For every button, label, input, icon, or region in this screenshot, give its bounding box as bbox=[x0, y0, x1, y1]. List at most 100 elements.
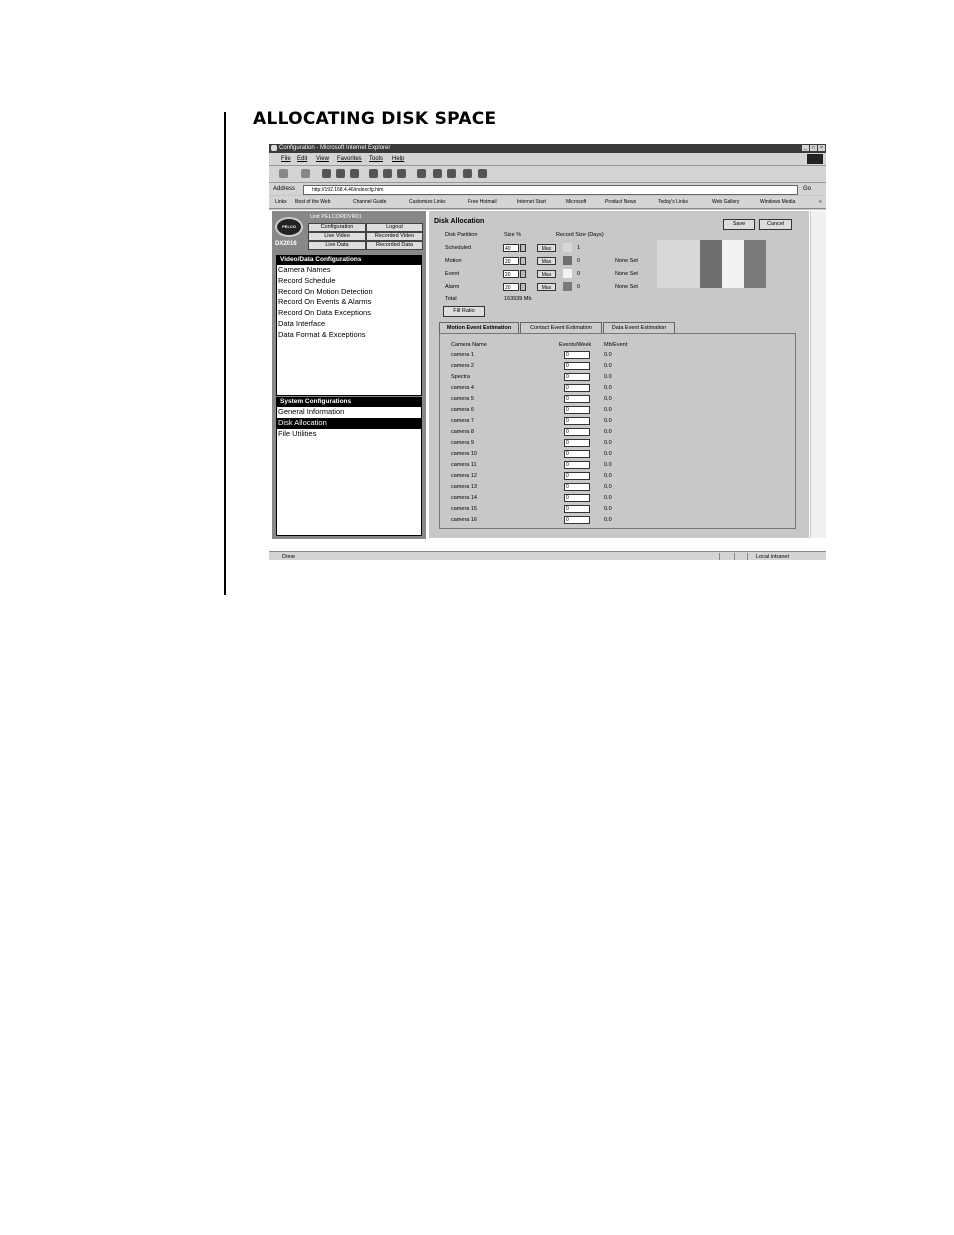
link-item[interactable]: Product News bbox=[605, 199, 636, 205]
forward-icon[interactable] bbox=[301, 169, 310, 178]
history-icon[interactable] bbox=[397, 169, 406, 178]
link-item[interactable]: Internet Start bbox=[517, 199, 546, 205]
list-item[interactable]: Record On Events & Alarms bbox=[277, 297, 421, 308]
cancel-button[interactable]: Cancel bbox=[759, 219, 792, 230]
save-button[interactable]: Save bbox=[723, 219, 755, 230]
events-input[interactable]: 0 bbox=[564, 428, 590, 436]
back-icon[interactable] bbox=[279, 169, 288, 178]
events-input[interactable]: 0 bbox=[564, 417, 590, 425]
size-input[interactable]: 20 bbox=[503, 283, 519, 291]
go-button[interactable]: Go bbox=[803, 186, 811, 192]
list-item[interactable]: Camera Names bbox=[277, 265, 421, 276]
menu-file[interactable]: File bbox=[281, 156, 291, 162]
spinner-icon[interactable] bbox=[520, 283, 526, 291]
size-input[interactable]: 40 bbox=[503, 244, 519, 252]
list-item[interactable]: File Utilities bbox=[277, 429, 421, 440]
page-content: PELCO Unit PELCORDVR01 DX2016 Configurat… bbox=[269, 210, 826, 551]
link-item[interactable]: Customize Links bbox=[409, 199, 446, 205]
list-item[interactable]: Record Schedule bbox=[277, 276, 421, 287]
maximize-icon[interactable]: □ bbox=[810, 145, 817, 151]
spinner-icon[interactable] bbox=[520, 270, 526, 278]
refresh-icon[interactable] bbox=[336, 169, 345, 178]
events-input[interactable]: 0 bbox=[564, 362, 590, 370]
stop-icon[interactable] bbox=[322, 169, 331, 178]
events-input[interactable]: 0 bbox=[564, 450, 590, 458]
list-item-selected[interactable]: Disk Allocation bbox=[277, 417, 421, 429]
max-button[interactable]: Max bbox=[537, 270, 556, 278]
mail-icon[interactable] bbox=[417, 169, 426, 178]
messenger-icon[interactable] bbox=[478, 169, 487, 178]
events-input[interactable]: 0 bbox=[564, 505, 590, 513]
events-input[interactable]: 0 bbox=[564, 483, 590, 491]
menu-edit[interactable]: Edit bbox=[297, 156, 307, 162]
search-icon[interactable] bbox=[369, 169, 378, 178]
camera-name: camera 11 bbox=[451, 462, 477, 468]
live-video-button[interactable]: Live Video bbox=[308, 232, 366, 241]
live-data-button[interactable]: Live Data bbox=[308, 241, 366, 250]
discuss-icon[interactable] bbox=[463, 169, 472, 178]
tab-contact-event[interactable]: Contact Event Estimation bbox=[520, 322, 602, 333]
table-row: camera 14 0 0.0 bbox=[440, 493, 795, 504]
col-camera-name: Camera Name bbox=[451, 342, 487, 348]
fill-ratio-button[interactable]: Fill Ratio bbox=[443, 306, 485, 317]
spinner-icon[interactable] bbox=[520, 244, 526, 252]
list-item[interactable]: General Information bbox=[277, 407, 421, 418]
size-input[interactable]: 20 bbox=[503, 257, 519, 265]
edit-icon[interactable] bbox=[447, 169, 456, 178]
minimize-icon[interactable]: _ bbox=[802, 145, 809, 151]
ratio-bar-motion bbox=[700, 240, 722, 288]
print-icon[interactable] bbox=[433, 169, 442, 178]
link-item[interactable]: Channel Guide bbox=[353, 199, 386, 205]
events-input[interactable]: 0 bbox=[564, 406, 590, 414]
events-input[interactable]: 0 bbox=[564, 461, 590, 469]
record-days: 0 bbox=[577, 271, 581, 277]
events-input[interactable]: 0 bbox=[564, 384, 590, 392]
link-item[interactable]: Free Hotmail bbox=[468, 199, 497, 205]
menu-help[interactable]: Help bbox=[392, 156, 404, 162]
list-item[interactable]: Record On Motion Detection bbox=[277, 287, 421, 298]
events-input[interactable]: 0 bbox=[564, 472, 590, 480]
events-input[interactable]: 0 bbox=[564, 494, 590, 502]
max-button[interactable]: Max bbox=[537, 257, 556, 265]
logout-button[interactable]: Logout bbox=[366, 223, 423, 232]
menu-tools[interactable]: Tools bbox=[369, 156, 383, 162]
menu-favorites[interactable]: Favorites bbox=[337, 156, 362, 162]
section-heading: ALLOCATING DISK SPACE bbox=[253, 109, 497, 129]
recorded-data-button[interactable]: Recorded Data bbox=[366, 241, 423, 250]
tab-data-event[interactable]: Data Event Estimation bbox=[603, 322, 675, 333]
events-input[interactable]: 0 bbox=[564, 516, 590, 524]
list-item[interactable]: Record On Data Exceptions bbox=[277, 308, 421, 319]
link-item[interactable]: Microsoft bbox=[566, 199, 586, 205]
spinner-icon[interactable] bbox=[520, 257, 526, 265]
menu-view[interactable]: View bbox=[316, 156, 329, 162]
mb-value: 0.0 bbox=[604, 396, 612, 402]
list-item[interactable]: Data Interface bbox=[277, 319, 421, 330]
system-header: System Configurations bbox=[276, 397, 422, 406]
close-icon[interactable]: × bbox=[818, 145, 825, 151]
recorded-video-button[interactable]: Recorded Video bbox=[366, 232, 423, 241]
max-button[interactable]: Max bbox=[537, 244, 556, 252]
max-button[interactable]: Max bbox=[537, 283, 556, 291]
link-item[interactable]: Best of the Web bbox=[295, 199, 330, 205]
address-input[interactable]: http://192.168.4.46/indexcfg.htm bbox=[303, 185, 798, 195]
chevron-right-icon[interactable]: » bbox=[819, 199, 822, 205]
col-events-week: Events/Week bbox=[559, 342, 592, 348]
link-item[interactable]: Windows Media bbox=[760, 199, 795, 205]
camera-name: camera 2 bbox=[451, 363, 474, 369]
partition-name: Motion bbox=[445, 258, 462, 264]
home-icon[interactable] bbox=[350, 169, 359, 178]
events-input[interactable]: 0 bbox=[564, 373, 590, 381]
link-item[interactable]: Today's Links bbox=[658, 199, 688, 205]
events-input[interactable]: 0 bbox=[564, 395, 590, 403]
list-item[interactable]: Data Format & Exceptions bbox=[277, 330, 421, 341]
tab-motion-event[interactable]: Motion Event Estimation bbox=[439, 322, 519, 333]
pelco-logo: PELCO bbox=[275, 217, 303, 237]
vertical-scrollbar[interactable] bbox=[810, 211, 826, 538]
status-divider bbox=[734, 553, 735, 560]
configuration-button[interactable]: Configuration bbox=[308, 223, 366, 232]
favorites-icon[interactable] bbox=[383, 169, 392, 178]
link-item[interactable]: Web Gallery bbox=[712, 199, 739, 205]
events-input[interactable]: 0 bbox=[564, 439, 590, 447]
size-input[interactable]: 20 bbox=[503, 270, 519, 278]
events-input[interactable]: 0 bbox=[564, 351, 590, 359]
